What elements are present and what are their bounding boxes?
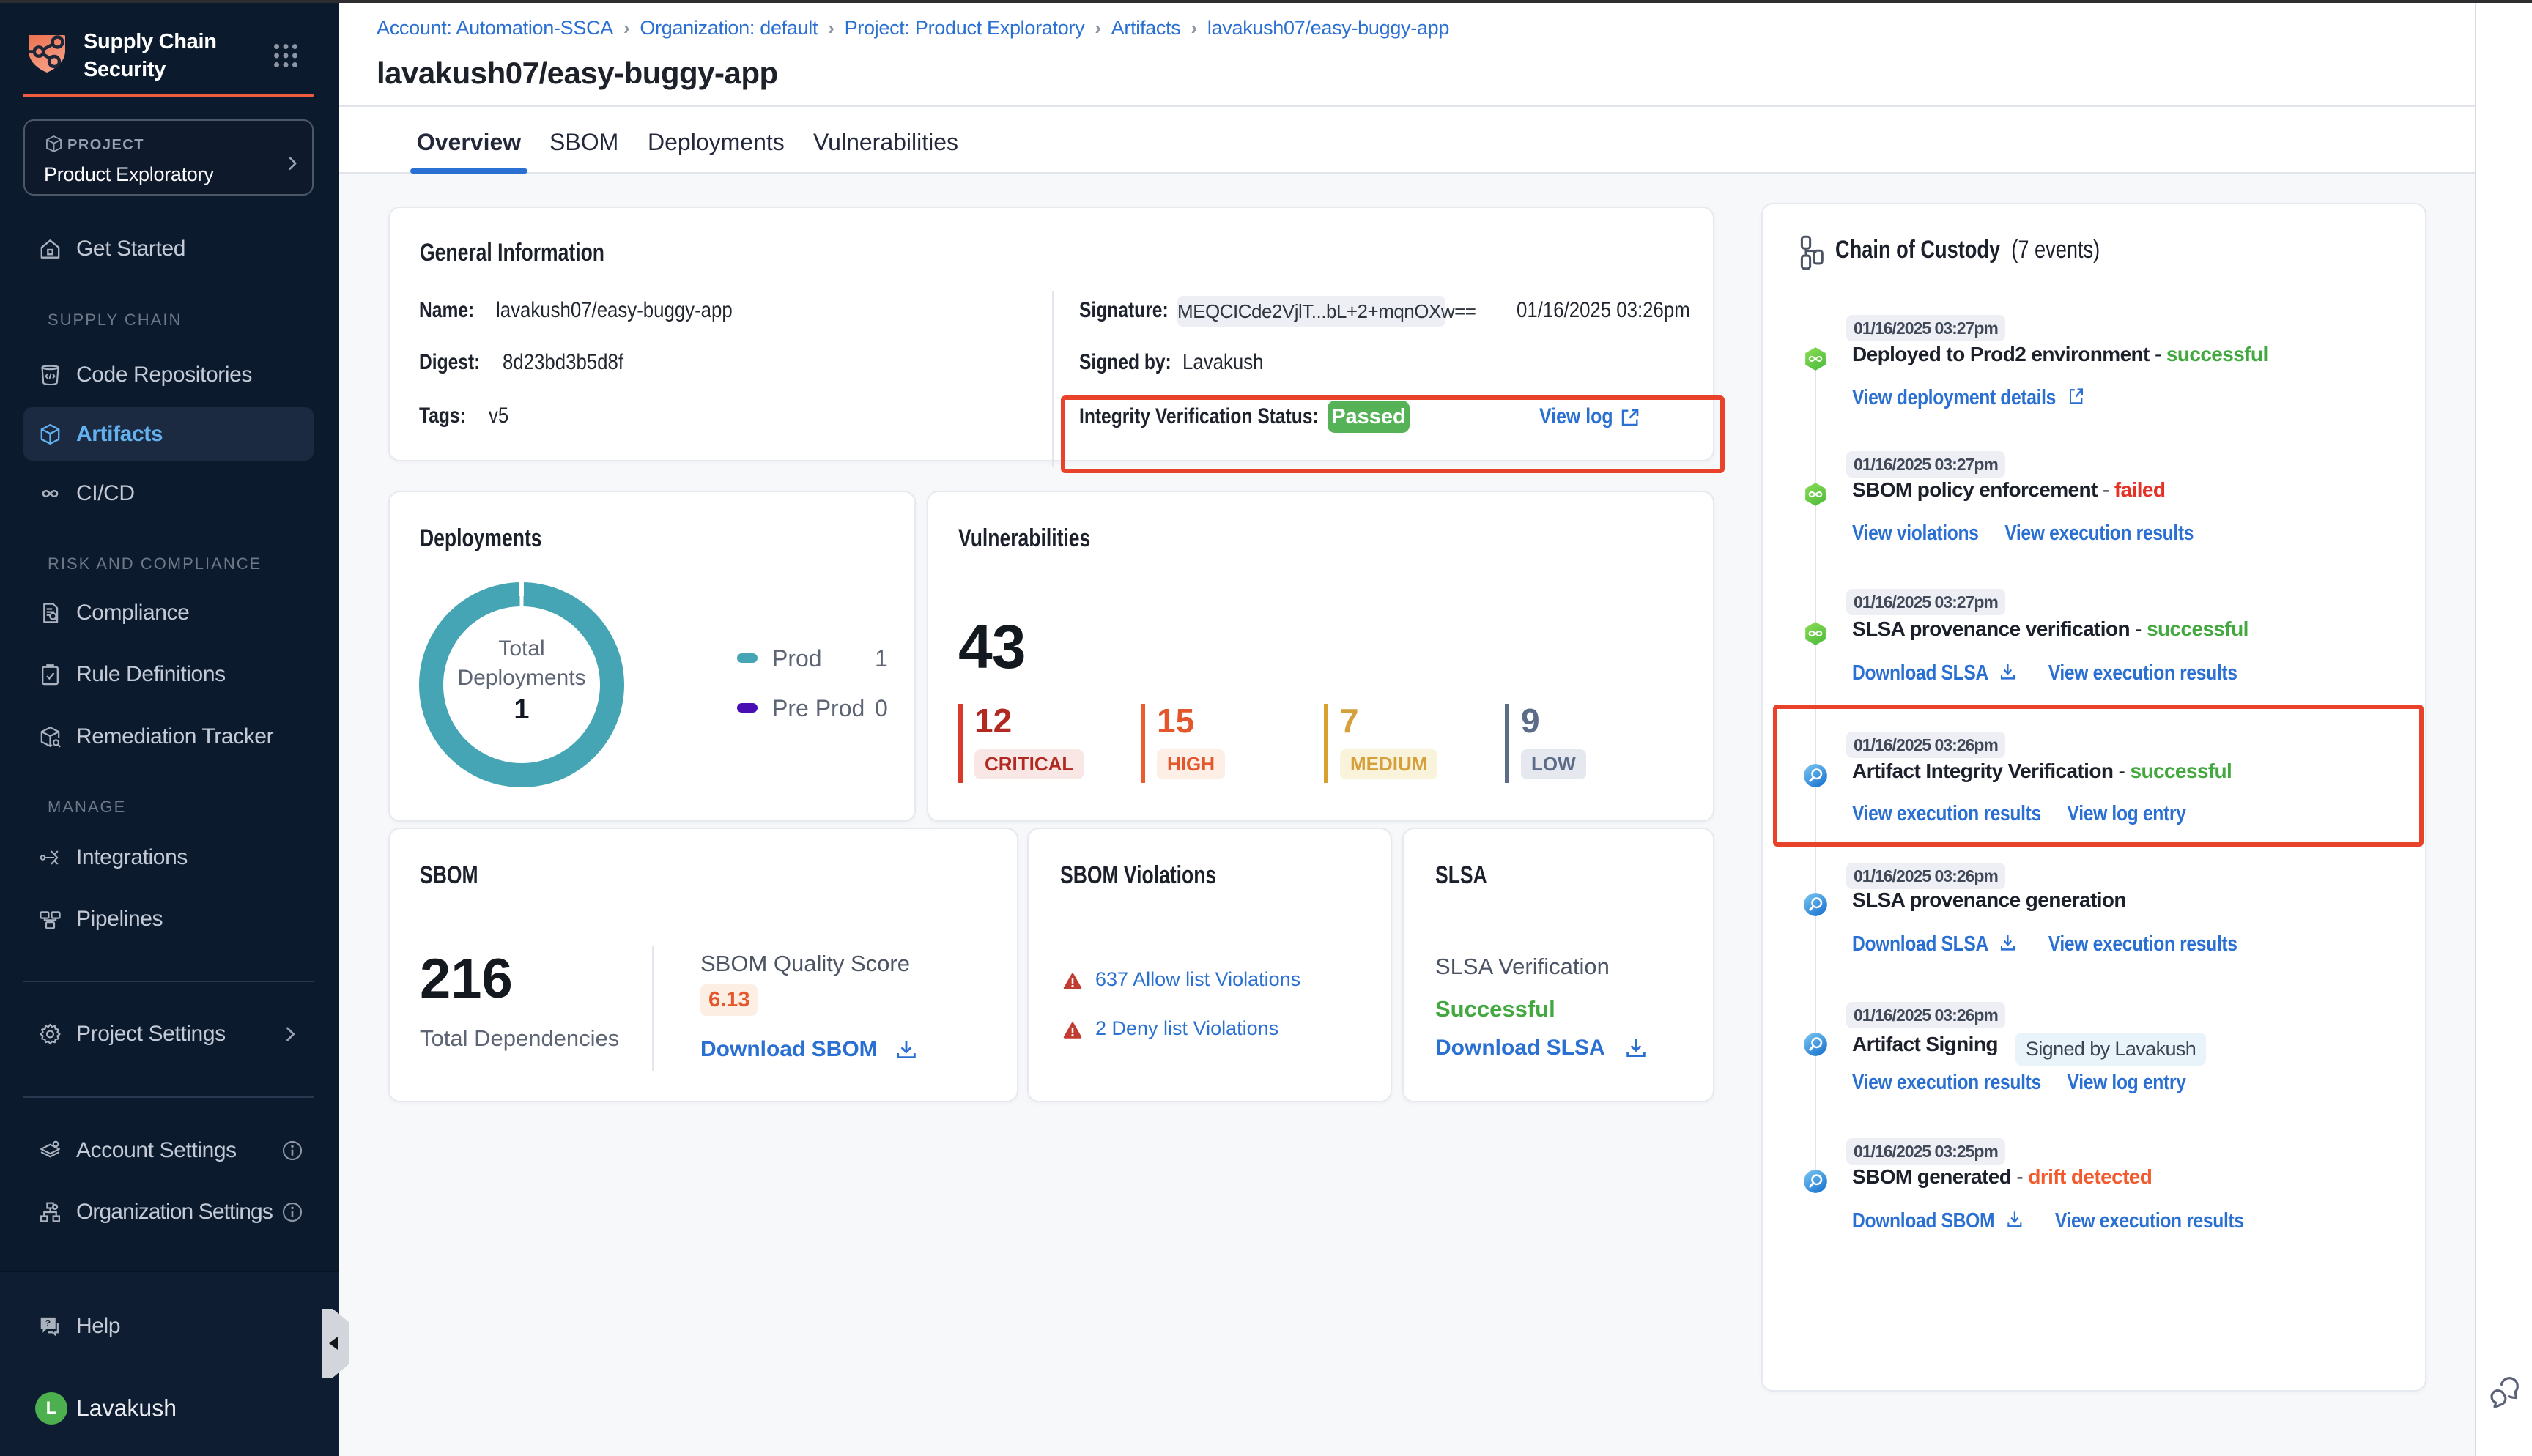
svg-text:?: ? [45,1318,51,1328]
